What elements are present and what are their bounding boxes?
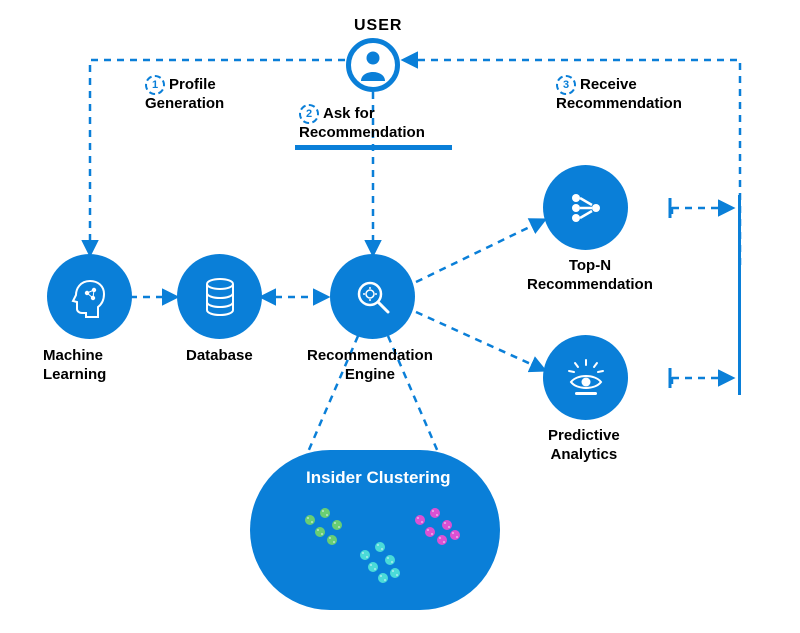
right-join-bar [738,195,741,395]
database-label: Database [186,347,253,366]
predictive-analytics-node [543,335,628,420]
step-2-line2: Recommendation [299,124,425,141]
database-icon [203,277,237,317]
predictive-label-line2: Analytics [551,446,618,463]
ml-label-line1: Machine [43,347,103,364]
step-2-number: 2 [299,104,319,124]
top-n-label: Top-N Recommendation [527,257,653,295]
rec-engine-label-line1: Recommendation [307,347,433,364]
topn-label-line1: Top-N [569,257,611,274]
machine-learning-node [47,254,132,339]
insider-clustering-panel: Insider Clustering [250,450,500,610]
ranking-icon [566,188,606,228]
step-3-label: 3Receive Recommendation [556,75,682,114]
step-3-line2: Recommendation [556,95,682,112]
step-2-label: 2Ask for Recommendation [299,104,425,143]
database-node [177,254,262,339]
user-icon [346,38,400,92]
step-3-number: 3 [556,75,576,95]
predictive-analytics-label: Predictive Analytics [548,427,620,465]
step-1-label: 1Profile Generation [145,75,224,114]
step-2-line1: Ask for [323,105,375,122]
step-1-number: 1 [145,75,165,95]
topn-label-line2: Recommendation [527,276,653,293]
recommendation-engine-node [330,254,415,339]
top-n-node [543,165,628,250]
machine-learning-label: Machine Learning [43,347,106,385]
eye-analytics-icon [565,357,607,399]
recommendation-engine-label: Recommendation Engine [307,347,433,385]
step-1-line2: Generation [145,95,224,112]
step-1-line1: Profile [169,76,216,93]
rec-engine-label-line2: Engine [345,366,395,383]
insider-clustering-title: Insider Clustering [306,468,451,488]
step-3-line1: Receive [580,76,637,93]
ml-label-line2: Learning [43,366,106,383]
ml-head-icon [68,275,112,319]
step-2-underline [295,145,452,150]
search-gear-icon [353,277,393,317]
predictive-label-line1: Predictive [548,427,620,444]
user-title: USER [354,17,402,35]
